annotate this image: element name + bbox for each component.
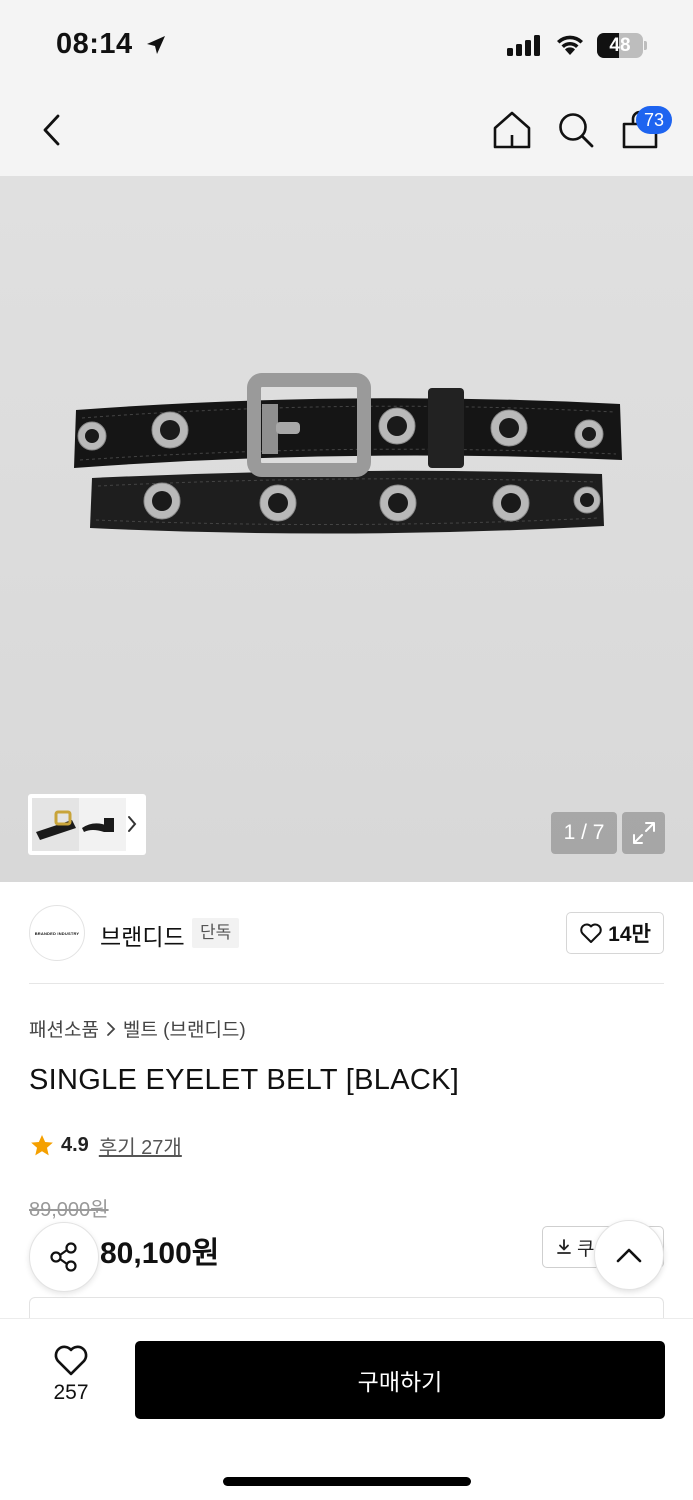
rating-row: 4.9 후기 27개 xyxy=(29,1131,182,1160)
sale-price: 80,100원 xyxy=(100,1237,220,1270)
battery-icon: 48 xyxy=(597,33,643,58)
expand-button[interactable] xyxy=(622,812,665,854)
download-icon xyxy=(557,1239,571,1254)
wishlist-button[interactable]: 257 xyxy=(36,1343,106,1413)
bottom-bar: 257 구매하기 xyxy=(0,1318,693,1500)
brand-logo-text: BRANDED INDUSTRY xyxy=(34,930,80,936)
brand-logo[interactable]: BRANDED INDUSTRY xyxy=(29,905,85,961)
review-count-link[interactable]: 후기 27개 xyxy=(99,1131,182,1160)
coupon-label: 쿠 xyxy=(577,1238,595,1260)
product-image-gallery[interactable]: 1 / 7 xyxy=(0,176,693,882)
battery-level-text: 48 xyxy=(609,35,631,56)
exclusive-tag: 단독 xyxy=(192,918,240,948)
wishlist-count: 257 xyxy=(53,1381,89,1404)
scroll-to-top-button[interactable] xyxy=(594,1220,664,1290)
thumbnail-image[interactable] xyxy=(32,798,126,851)
location-arrow-icon xyxy=(147,36,165,54)
search-icon[interactable] xyxy=(554,108,598,152)
battery-tip xyxy=(644,41,647,50)
breadcrumb-category[interactable]: 패션소품 xyxy=(29,1015,99,1042)
home-icon[interactable] xyxy=(490,108,534,152)
heart-outline-icon xyxy=(54,1345,88,1376)
cart-count-badge: 73 xyxy=(636,106,672,134)
breadcrumb: 패션소품 벨트 (브랜디드) xyxy=(29,1015,246,1042)
status-bar: 08:14 48 xyxy=(0,0,693,90)
divider xyxy=(29,983,664,984)
wifi-icon xyxy=(557,35,583,55)
nav-header xyxy=(0,90,693,176)
brand-name[interactable]: 브랜디드 xyxy=(100,918,185,952)
breadcrumb-subcategory[interactable]: 벨트 (브랜디드) xyxy=(123,1015,246,1042)
brand-like-count: 14만 xyxy=(608,923,651,946)
back-button[interactable] xyxy=(30,108,74,152)
product-title: SINGLE EYELET BELT [BLACK] xyxy=(29,1064,460,1096)
share-button[interactable] xyxy=(29,1222,99,1292)
brand-row: BRANDED INDUSTRY 브랜디드 단독 14만 xyxy=(0,882,693,984)
signal-icon xyxy=(507,34,540,56)
chevron-up-icon xyxy=(616,1248,642,1263)
buy-button[interactable]: 구매하기 xyxy=(135,1341,665,1419)
star-icon xyxy=(31,1134,53,1155)
chevron-right-icon xyxy=(128,816,137,832)
product-belt-image xyxy=(74,373,622,534)
status-time: 08:14 xyxy=(56,28,133,60)
heart-outline-icon xyxy=(580,923,602,943)
chevron-right-icon xyxy=(107,1021,116,1036)
back-chevron-icon xyxy=(43,114,60,146)
expand-icon xyxy=(632,822,655,844)
brand-like-button[interactable]: 14만 xyxy=(566,912,664,954)
thumbnail-strip[interactable] xyxy=(28,794,146,855)
rating-value: 4.9 xyxy=(61,1134,89,1156)
image-page-counter: 1 / 7 xyxy=(551,812,617,854)
original-price: 89,000원 xyxy=(29,1199,109,1221)
share-icon xyxy=(50,1242,77,1272)
home-indicator xyxy=(223,1477,471,1486)
